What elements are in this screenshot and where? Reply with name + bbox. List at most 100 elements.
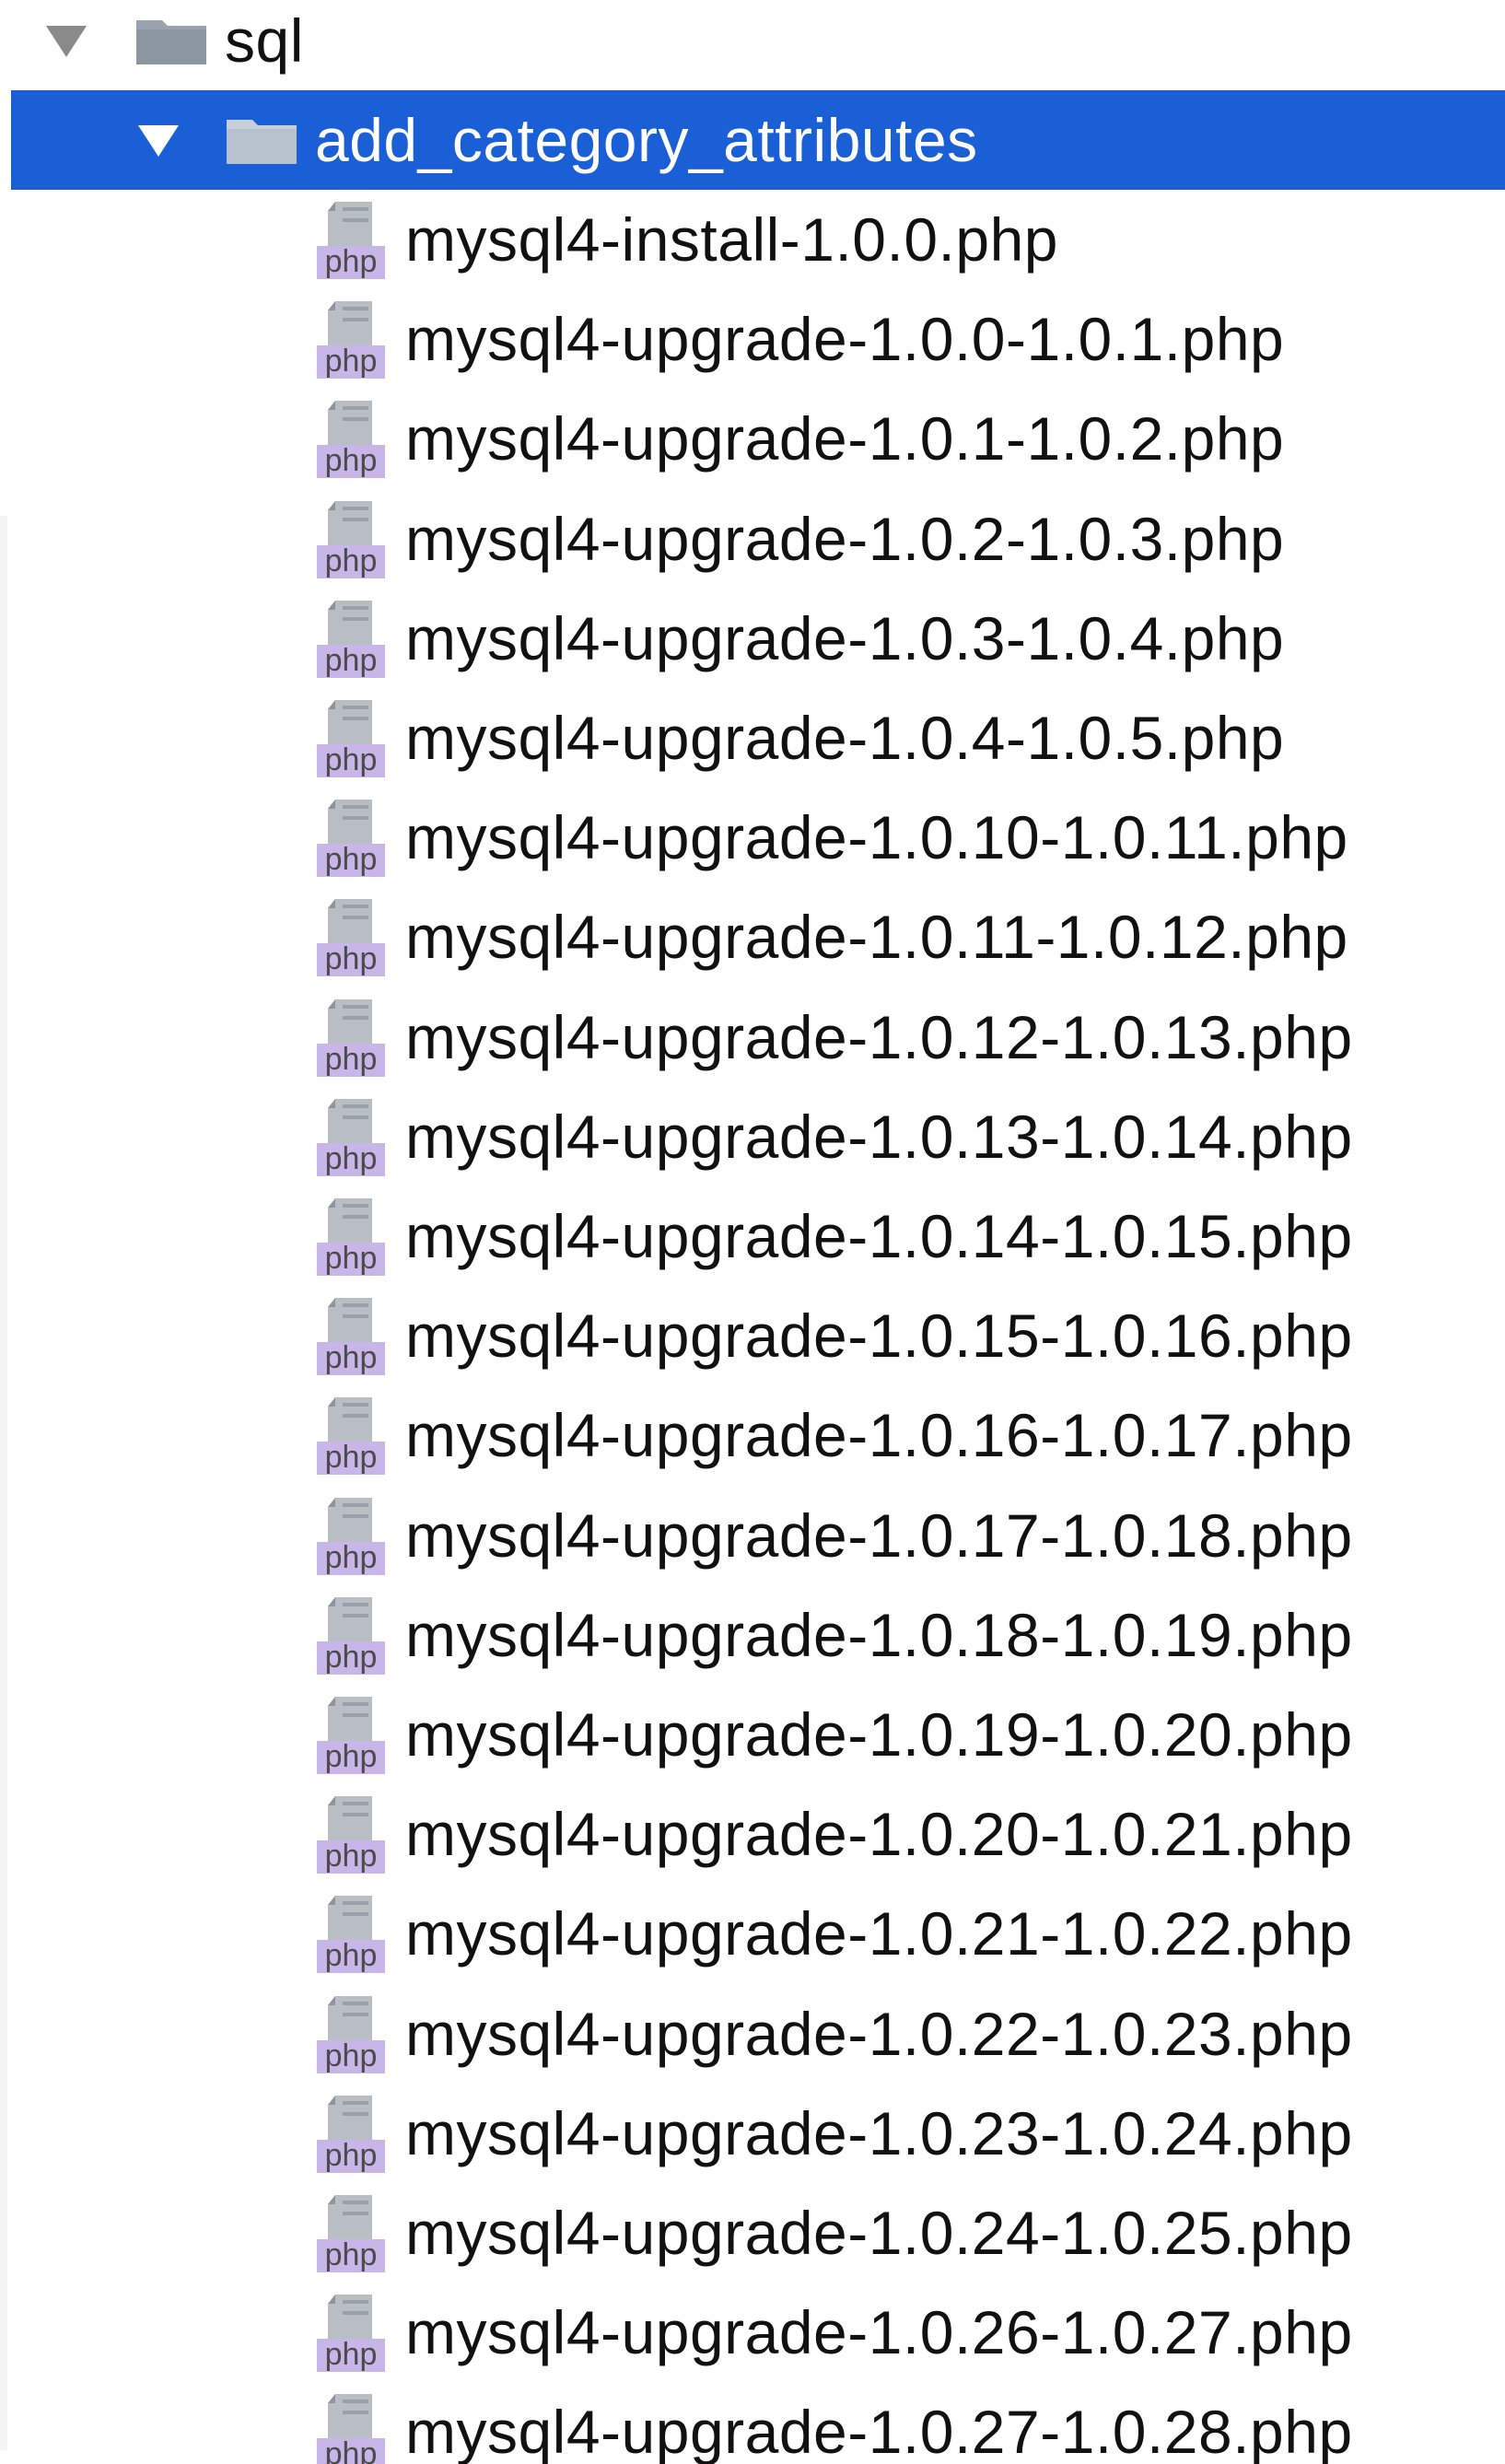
file-name-label: mysql4-upgrade-1.0.0-1.0.1.php xyxy=(405,305,1285,374)
folder-icon xyxy=(227,120,297,164)
php-file-icon: php xyxy=(317,2394,385,2464)
svg-text:php: php xyxy=(325,2436,378,2464)
file-name-label: mysql4-upgrade-1.0.3-1.0.4.php xyxy=(405,603,1285,672)
svg-text:php: php xyxy=(325,543,378,578)
svg-text:php: php xyxy=(325,2138,378,2173)
svg-text:php: php xyxy=(325,1241,378,1276)
svg-text:php: php xyxy=(325,2038,378,2073)
svg-text:php: php xyxy=(325,244,378,279)
file-name-label: mysql4-upgrade-1.0.17-1.0.18.php xyxy=(405,1501,1353,1570)
tree-row-file[interactable]: php mysql4-upgrade-1.0.18-1.0.19.php xyxy=(0,1585,1505,1685)
tree-row-file[interactable]: php mysql4-upgrade-1.0.26-1.0.27.php xyxy=(0,2283,1505,2382)
tree-row-file[interactable]: php mysql4-upgrade-1.0.14-1.0.15.php xyxy=(0,1186,1505,1286)
php-file-icon: php xyxy=(317,800,385,878)
tree-row-file[interactable]: php mysql4-upgrade-1.0.12-1.0.13.php xyxy=(0,987,1505,1087)
svg-text:php: php xyxy=(325,2237,378,2272)
php-file-icon: php xyxy=(317,899,385,977)
file-name-label: mysql4-upgrade-1.0.24-1.0.25.php xyxy=(405,2199,1353,2267)
file-name-label: mysql4-upgrade-1.0.12-1.0.13.php xyxy=(405,1002,1353,1071)
svg-text:php: php xyxy=(325,1440,378,1475)
tree-row-file[interactable]: php mysql4-upgrade-1.0.17-1.0.18.php xyxy=(0,1486,1505,1585)
file-name-label: mysql4-upgrade-1.0.27-1.0.28.php xyxy=(405,2398,1353,2464)
tree-row-file[interactable]: php mysql4-upgrade-1.0.21-1.0.22.php xyxy=(0,1884,1505,1983)
php-file-icon: php xyxy=(317,202,385,279)
svg-text:php: php xyxy=(325,2337,378,2372)
tree-row-file[interactable]: php mysql4-upgrade-1.0.4-1.0.5.php xyxy=(0,688,1505,788)
tree-row-file[interactable]: php mysql4-install-1.0.0.php xyxy=(0,190,1505,289)
svg-text:php: php xyxy=(325,1141,378,1176)
file-name-label: mysql4-upgrade-1.0.2-1.0.3.php xyxy=(405,504,1285,573)
php-file-icon: php xyxy=(317,1198,385,1276)
php-file-icon: php xyxy=(317,1596,385,1675)
tree-row-add-category-attributes[interactable]: add_category_attributes xyxy=(11,90,1505,190)
tree-row-file[interactable]: php mysql4-upgrade-1.0.11-1.0.12.php xyxy=(0,887,1505,987)
svg-text:php: php xyxy=(325,1739,378,1774)
tree-row-file[interactable]: php mysql4-upgrade-1.0.10-1.0.11.php xyxy=(0,788,1505,887)
php-file-icon: php xyxy=(317,2295,385,2373)
php-file-icon: php xyxy=(317,1896,385,1974)
tree-row-file[interactable]: php mysql4-upgrade-1.0.0-1.0.1.php xyxy=(0,289,1505,389)
tree-row-file[interactable]: php mysql4-upgrade-1.0.16-1.0.17.php xyxy=(0,1385,1505,1485)
file-name-label: mysql4-upgrade-1.0.15-1.0.16.php xyxy=(405,1302,1353,1371)
file-name-label: mysql4-upgrade-1.0.13-1.0.14.php xyxy=(405,1102,1353,1171)
php-file-icon: php xyxy=(317,1497,385,1575)
php-file-icon: php xyxy=(317,2195,385,2272)
tree-row-file[interactable]: php mysql4-upgrade-1.0.13-1.0.14.php xyxy=(0,1087,1505,1186)
file-name-label: mysql4-upgrade-1.0.16-1.0.17.php xyxy=(405,1401,1353,1470)
php-file-icon: php xyxy=(317,600,385,678)
tree-row-file[interactable]: php mysql4-upgrade-1.0.22-1.0.23.php xyxy=(0,1984,1505,2084)
file-name-label: mysql4-upgrade-1.0.14-1.0.15.php xyxy=(405,1202,1353,1270)
file-name-label: mysql4-upgrade-1.0.10-1.0.11.php xyxy=(405,803,1348,872)
svg-text:php: php xyxy=(325,1938,378,1973)
svg-text:php: php xyxy=(325,742,378,777)
php-file-icon: php xyxy=(317,1298,385,1376)
tree-row-file[interactable]: php mysql4-upgrade-1.0.3-1.0.4.php xyxy=(0,589,1505,688)
php-file-icon: php xyxy=(317,1697,385,1774)
php-file-icon: php xyxy=(317,2095,385,2173)
file-tree: sql add_category_attributes php mysql4-in… xyxy=(0,0,1505,2464)
file-name-label: mysql4-upgrade-1.0.20-1.0.21.php xyxy=(405,1800,1353,1869)
tree-row-file[interactable]: php mysql4-upgrade-1.0.15-1.0.16.php xyxy=(0,1286,1505,1385)
svg-text:php: php xyxy=(325,443,378,478)
php-file-icon: php xyxy=(317,1796,385,1874)
svg-text:php: php xyxy=(325,1839,378,1874)
tree-row-file[interactable]: php mysql4-upgrade-1.0.19-1.0.20.php xyxy=(0,1685,1505,1784)
svg-text:php: php xyxy=(325,1042,378,1077)
svg-text:php: php xyxy=(325,1340,378,1375)
folder-label: sql xyxy=(225,6,304,75)
svg-text:php: php xyxy=(325,941,378,976)
tree-row-file[interactable]: php mysql4-upgrade-1.0.23-1.0.24.php xyxy=(0,2084,1505,2183)
tree-row-sql[interactable]: sql xyxy=(0,0,1505,90)
php-file-icon: php xyxy=(317,401,385,479)
file-name-label: mysql4-upgrade-1.0.4-1.0.5.php xyxy=(405,704,1285,772)
tree-row-file[interactable]: php mysql4-upgrade-1.0.27-1.0.28.php xyxy=(0,2382,1505,2464)
svg-text:php: php xyxy=(325,842,378,877)
php-file-icon: php xyxy=(317,500,385,578)
tree-row-file[interactable]: php mysql4-upgrade-1.0.20-1.0.21.php xyxy=(0,1784,1505,1884)
file-name-label: mysql4-upgrade-1.0.23-1.0.24.php xyxy=(405,2098,1353,2167)
disclosure-triangle-icon[interactable] xyxy=(136,122,181,158)
svg-text:php: php xyxy=(325,1640,378,1675)
folder-label: add_category_attributes xyxy=(315,106,978,174)
tree-row-file[interactable]: php mysql4-upgrade-1.0.2-1.0.3.php xyxy=(0,489,1505,589)
tree-row-file[interactable]: php mysql4-upgrade-1.0.24-1.0.25.php xyxy=(0,2183,1505,2283)
php-file-icon: php xyxy=(317,700,385,777)
file-name-label: mysql4-upgrade-1.0.22-1.0.23.php xyxy=(405,1999,1353,2068)
disclosure-triangle-icon[interactable] xyxy=(44,22,88,59)
tree-row-file[interactable]: php mysql4-upgrade-1.0.1-1.0.2.php xyxy=(0,389,1505,488)
php-file-icon: php xyxy=(317,1098,385,1176)
file-name-label: mysql4-install-1.0.0.php xyxy=(405,205,1058,274)
file-name-label: mysql4-upgrade-1.0.11-1.0.12.php xyxy=(405,903,1348,972)
file-name-label: mysql4-upgrade-1.0.21-1.0.22.php xyxy=(405,1899,1353,1968)
php-file-icon: php xyxy=(317,1995,385,2073)
php-file-icon: php xyxy=(317,301,385,380)
php-file-icon: php xyxy=(317,998,385,1077)
file-name-label: mysql4-upgrade-1.0.19-1.0.20.php xyxy=(405,1700,1353,1769)
svg-text:php: php xyxy=(325,344,378,379)
file-name-label: mysql4-upgrade-1.0.18-1.0.19.php xyxy=(405,1600,1353,1669)
php-file-icon: php xyxy=(317,1397,385,1476)
svg-text:php: php xyxy=(325,643,378,678)
file-name-label: mysql4-upgrade-1.0.26-1.0.27.php xyxy=(405,2298,1353,2367)
folder-icon xyxy=(136,20,206,64)
svg-text:php: php xyxy=(325,1540,378,1575)
